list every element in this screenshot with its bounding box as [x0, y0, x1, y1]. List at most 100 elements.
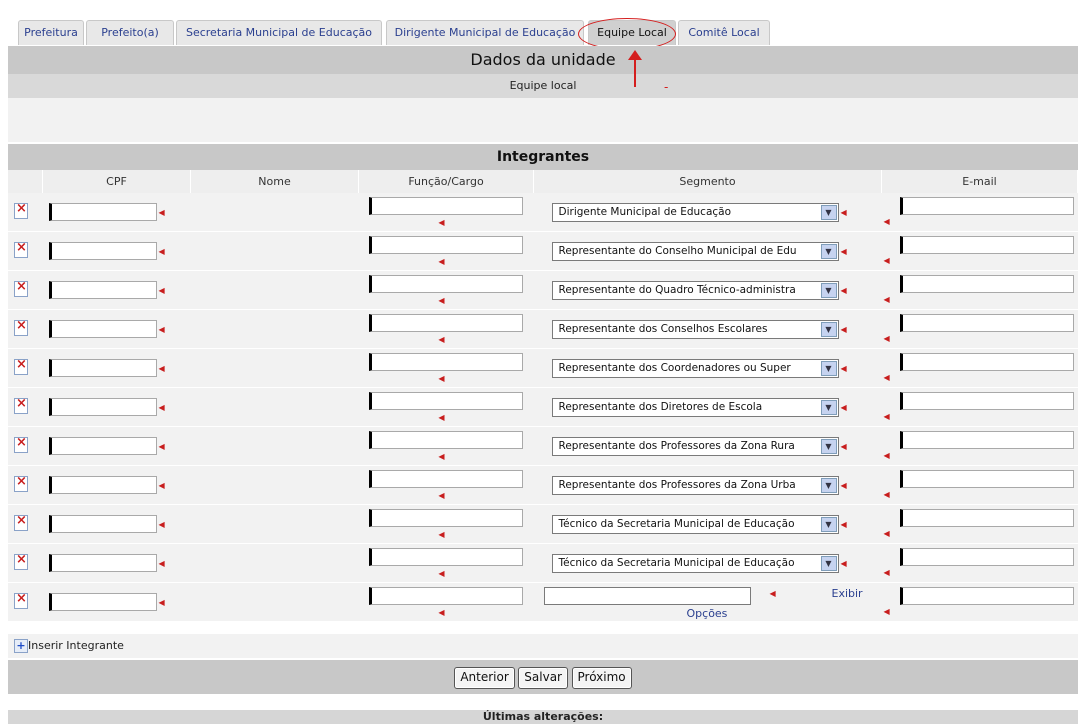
tab-prefeitura[interactable]: Prefeitura: [18, 20, 84, 45]
tab-prefeito[interactable]: Prefeito(a): [86, 20, 174, 45]
funcao-input[interactable]: [368, 469, 523, 488]
required-marker: ◀: [883, 529, 890, 538]
segmento-select[interactable]: Técnico da Secretaria Municipal de Educa…: [551, 553, 839, 573]
insert-integrante[interactable]: + Inserir Integrante: [8, 634, 1078, 658]
chevron-down-icon[interactable]: ▼: [820, 243, 837, 259]
delete-icon[interactable]: [14, 435, 28, 453]
chevron-down-icon[interactable]: ▼: [820, 204, 837, 220]
funcao-input[interactable]: [368, 352, 523, 371]
segmento-select[interactable]: Representante dos Diretores de Escola ▼: [551, 397, 839, 417]
funcao-input[interactable]: [368, 391, 523, 410]
email-input[interactable]: [899, 547, 1074, 566]
header-funcao: Função/Cargo: [358, 170, 534, 193]
email-input[interactable]: [899, 391, 1074, 410]
email-cell: ◀: [881, 582, 1078, 622]
cpf-input[interactable]: [48, 359, 157, 377]
required-marker: ◀: [158, 324, 165, 334]
delete-icon[interactable]: [14, 513, 28, 531]
nome-cell: [190, 465, 359, 505]
cpf-input[interactable]: [48, 476, 157, 494]
tab-dirigente[interactable]: Dirigente Municipal de Educação: [386, 20, 584, 45]
funcao-input[interactable]: [368, 547, 523, 566]
email-input[interactable]: [899, 196, 1074, 215]
delete-icon[interactable]: [14, 474, 28, 492]
segmento-select[interactable]: Representante dos Professores da Zona Ur…: [551, 475, 839, 495]
funcao-input[interactable]: [368, 235, 523, 254]
tab-secretaria[interactable]: Secretaria Municipal de Educação: [176, 20, 382, 45]
funcao-input[interactable]: [368, 196, 523, 215]
delete-icon[interactable]: [14, 591, 28, 609]
chevron-down-icon[interactable]: ▼: [820, 516, 837, 532]
funcao-input[interactable]: [368, 508, 523, 527]
segmento-select[interactable]: Representante do Conselho Municipal de E…: [551, 241, 839, 261]
delete-icon[interactable]: [14, 240, 28, 258]
segmento-select[interactable]: Dirigente Municipal de Educação ▼: [551, 202, 839, 222]
cpf-input[interactable]: [48, 281, 157, 299]
cpf-input[interactable]: [48, 320, 157, 338]
plus-icon[interactable]: +: [14, 639, 28, 653]
email-cell: ◀: [881, 504, 1078, 544]
funcao-input[interactable]: [368, 274, 523, 293]
chevron-down-icon[interactable]: ▼: [820, 321, 837, 337]
cpf-input[interactable]: [48, 242, 157, 260]
segmento-text-input[interactable]: [543, 587, 751, 605]
segmento-select[interactable]: Representante dos Coordenadores ou Super…: [551, 358, 839, 378]
email-input[interactable]: [899, 235, 1074, 254]
email-input[interactable]: [899, 313, 1074, 332]
funcao-input[interactable]: [368, 586, 523, 605]
chevron-down-icon[interactable]: ▼: [820, 555, 837, 571]
funcao-cell: ◀: [358, 309, 534, 349]
chevron-down-icon[interactable]: ▼: [820, 282, 837, 298]
delete-icon[interactable]: [14, 396, 28, 414]
required-marker: ◀: [438, 373, 445, 383]
salvar-button[interactable]: Salvar: [518, 667, 568, 689]
funcao-cell: ◀: [358, 582, 534, 622]
delete-icon[interactable]: [14, 318, 28, 336]
funcao-cell: ◀: [358, 193, 534, 232]
funcao-cell: ◀: [358, 348, 534, 388]
email-input[interactable]: [899, 352, 1074, 371]
delete-cell: [8, 309, 43, 349]
opcoes-link[interactable]: Opções: [687, 607, 728, 620]
required-marker: ◀: [883, 490, 890, 499]
email-input[interactable]: [899, 430, 1074, 449]
segmento-cell: Representante do Quadro Técnico-administ…: [533, 270, 882, 310]
email-input[interactable]: [899, 469, 1074, 488]
table-row: ◀ ◀ Representante dos Professores da Zona …: [8, 465, 1078, 505]
cpf-cell: ◀: [42, 193, 191, 232]
email-input[interactable]: [899, 508, 1074, 527]
cpf-input[interactable]: [48, 398, 157, 416]
table-row: ◀ ◀ Representante dos Conselhos Escolares ▼…: [8, 309, 1078, 349]
cpf-input[interactable]: [48, 554, 157, 572]
required-marker: ◀: [883, 295, 890, 304]
delete-icon[interactable]: [14, 357, 28, 375]
cpf-input[interactable]: [48, 437, 157, 455]
funcao-input[interactable]: [368, 430, 523, 449]
required-marker: ◀: [158, 558, 165, 568]
exibir-link[interactable]: Exibir: [832, 587, 863, 600]
cpf-input[interactable]: [48, 203, 157, 221]
anterior-button[interactable]: Anterior: [454, 667, 515, 689]
cpf-input[interactable]: [48, 593, 157, 611]
chevron-down-icon[interactable]: ▼: [820, 438, 837, 454]
segmento-cell: Representante do Conselho Municipal de E…: [533, 231, 882, 271]
segmento-select[interactable]: Representante dos Conselhos Escolares ▼: [551, 319, 839, 339]
chevron-down-icon[interactable]: ▼: [820, 360, 837, 376]
funcao-input[interactable]: [368, 313, 523, 332]
delete-icon[interactable]: [14, 279, 28, 297]
segmento-select[interactable]: Técnico da Secretaria Municipal de Educa…: [551, 514, 839, 534]
tab-comite-local[interactable]: Comitê Local: [678, 20, 770, 45]
delete-icon[interactable]: [14, 201, 28, 219]
segmento-select[interactable]: Representante do Quadro Técnico-administ…: [551, 280, 839, 300]
cpf-input[interactable]: [48, 515, 157, 533]
page-title: Dados da unidade: [8, 46, 1078, 74]
delete-icon[interactable]: [14, 552, 28, 570]
chevron-down-icon[interactable]: ▼: [820, 477, 837, 493]
insert-label[interactable]: Inserir Integrante: [28, 639, 124, 652]
email-input[interactable]: [899, 274, 1074, 293]
segmento-select[interactable]: Representante dos Professores da Zona Ru…: [551, 436, 839, 456]
email-cell: ◀: [881, 270, 1078, 310]
email-input[interactable]: [899, 586, 1074, 605]
proximo-button[interactable]: Próximo: [571, 667, 632, 689]
chevron-down-icon[interactable]: ▼: [820, 399, 837, 415]
